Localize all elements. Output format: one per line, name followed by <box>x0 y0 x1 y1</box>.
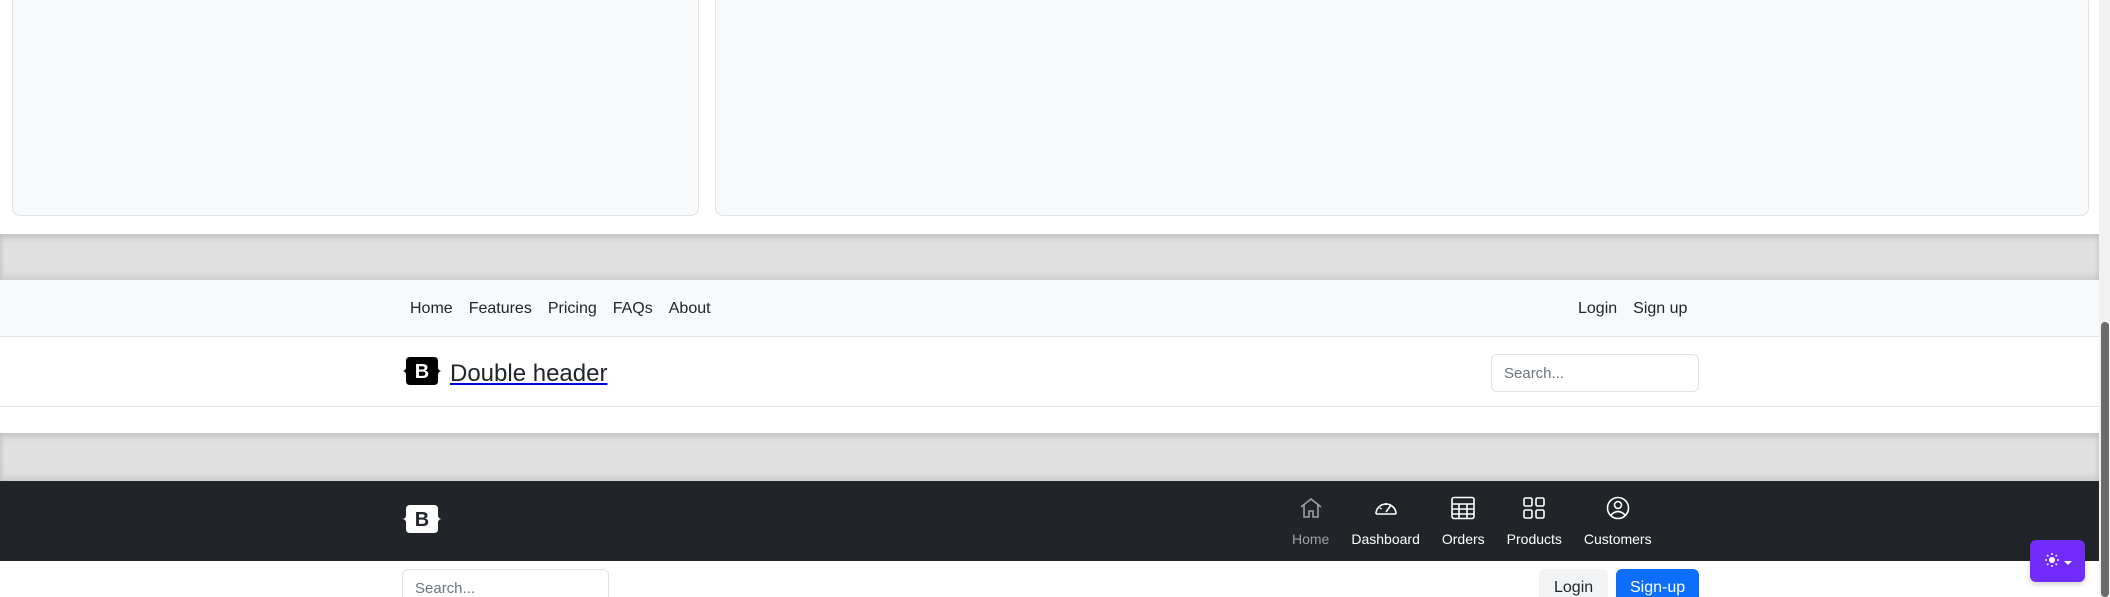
nav-link-about[interactable]: About <box>661 300 719 318</box>
nav-item-label: Dashboard <box>1351 530 1420 547</box>
grid-icon <box>1521 496 1547 525</box>
nav-item-label: Customers <box>1583 530 1652 547</box>
speedometer-icon <box>1373 496 1399 525</box>
nav-item-label: Orders <box>1441 530 1485 547</box>
bootstrap-logo-icon[interactable]: B <box>402 503 442 540</box>
nav-item-dashboard[interactable]: Dashboard <box>1340 481 1431 561</box>
sun-icon <box>2044 552 2060 571</box>
nav-item-products[interactable]: Products <box>1496 481 1573 561</box>
signup-link[interactable]: Sign up <box>1625 300 1695 318</box>
house-icon <box>1298 496 1324 525</box>
placeholder-card-left <box>12 0 699 216</box>
section-divider <box>0 234 2099 280</box>
search-input[interactable] <box>402 569 609 597</box>
nav-link-features[interactable]: Features <box>461 300 540 318</box>
table-icon <box>1450 496 1476 525</box>
login-button[interactable]: Login <box>1539 569 1609 597</box>
icon-nav: Home Dashboard Orders Products Customers <box>1281 481 1663 561</box>
nav-item-customers[interactable]: Customers <box>1573 481 1663 561</box>
svg-text:B: B <box>415 361 429 383</box>
dark-header: B Home Dashboard Orders Products Custome… <box>0 481 2099 561</box>
nav-item-home[interactable]: Home <box>1281 481 1340 561</box>
double-header-nav: Home Features Pricing FAQs About Login S… <box>0 280 2099 337</box>
bootstrap-logo-icon: B <box>402 355 442 392</box>
signup-button[interactable]: Sign-up <box>1616 569 1700 597</box>
placeholder-card-right <box>715 0 2089 216</box>
login-link[interactable]: Login <box>1570 300 1625 318</box>
nav-item-orders[interactable]: Orders <box>1431 481 1496 561</box>
chevron-down-icon <box>2063 554 2072 569</box>
nav-item-label: Products <box>1506 530 1562 547</box>
nav-link-pricing[interactable]: Pricing <box>540 300 605 318</box>
account-links: Login Sign up <box>1570 280 1695 337</box>
brand-bar: B Double header <box>0 337 2099 407</box>
search-action-bar: Login Sign-up <box>0 561 2099 597</box>
brand-title: Double header <box>450 359 608 387</box>
scrollbar-thumb[interactable] <box>2101 322 2109 597</box>
nav-link-home[interactable]: Home <box>402 300 461 318</box>
nav-link-faqs[interactable]: FAQs <box>605 300 661 318</box>
theme-toggle-button[interactable] <box>2030 540 2085 582</box>
nav-item-label: Home <box>1292 530 1330 547</box>
double-header-brand-row: B Double header <box>0 337 2099 433</box>
brand-link[interactable]: B Double header <box>402 355 607 392</box>
primary-nav: Home Features Pricing FAQs About <box>402 280 719 337</box>
person-circle-icon <box>1605 496 1631 525</box>
search-input[interactable] <box>1491 354 1699 392</box>
svg-text:B: B <box>415 509 429 531</box>
section-divider <box>0 433 2099 481</box>
card-section <box>0 0 2099 234</box>
